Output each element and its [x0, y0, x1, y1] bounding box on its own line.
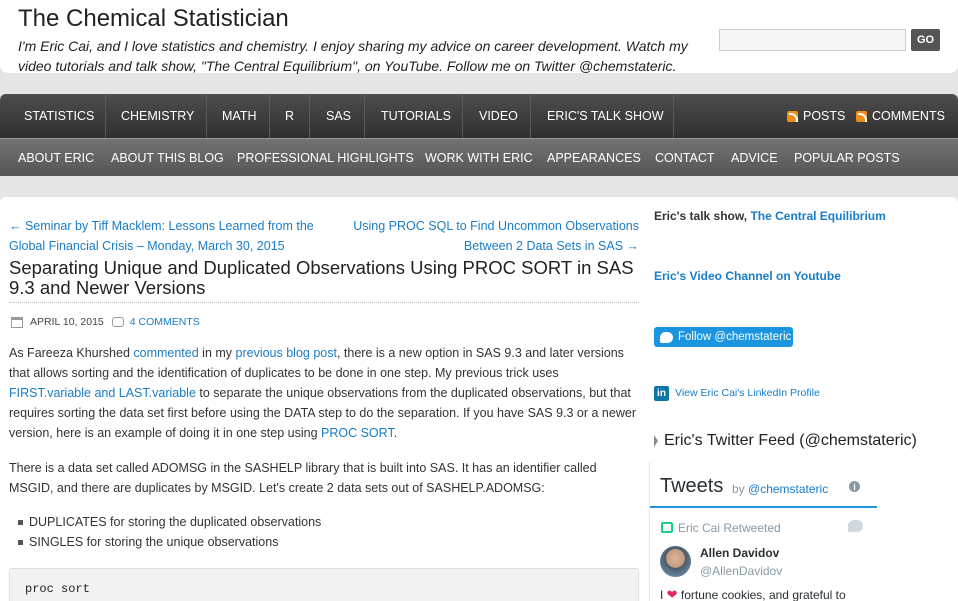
comments-feed-label: COMMENTS — [872, 109, 945, 123]
nav-divider — [269, 94, 270, 138]
list-item: SINGLES for storing the unique observati… — [18, 535, 278, 549]
post-paragraph-2: There is a data set called ADOMSG in the… — [9, 461, 597, 495]
twitter-bird-icon — [660, 331, 673, 343]
post-date: APRIL 10, 2015 — [30, 316, 104, 328]
nav-item-about-blog[interactable]: ABOUT THIS BLOG — [111, 139, 224, 176]
nav-divider — [462, 94, 463, 138]
tweet-text-end: fortune cookies, and grateful to — [677, 588, 846, 601]
previous-blog-post-link[interactable]: previous blog post — [236, 346, 337, 360]
post-meta: APRIL 10, 2015 4 COMMENTS — [11, 316, 200, 328]
retweeted-label: Eric Cai Retweeted — [678, 521, 781, 535]
nav-divider — [673, 94, 674, 138]
search-input[interactable] — [719, 29, 906, 51]
nav-divider — [105, 94, 106, 138]
heart-icon: ❤ — [666, 587, 678, 601]
posts-feed-label: POSTS — [803, 109, 846, 123]
post-paragraph-1: As Fareeza Khurshed commented in my prev… — [9, 343, 639, 443]
nav-item-chemistry[interactable]: CHEMISTRY — [121, 94, 194, 138]
nav-divider — [364, 94, 365, 138]
site-header: The Chemical Statistician I'm Eric Cai, … — [0, 0, 958, 74]
primary-nav: STATISTICS CHEMISTRY MATH R SAS TUTORIAL… — [0, 94, 958, 138]
comment-icon — [111, 317, 124, 327]
paragraph-text: As Fareeza Khurshed — [9, 346, 134, 360]
rss-icon — [856, 110, 867, 122]
commented-link[interactable]: commented — [133, 346, 198, 360]
previous-post-line1: ← Seminar by Tiff Macklem: Lessons Learn… — [9, 219, 314, 233]
twitter-bird-icon[interactable] — [848, 520, 863, 532]
central-equilibrium-link[interactable]: The Central Equilibrium — [750, 209, 885, 223]
info-icon[interactable]: i — [849, 481, 860, 492]
nav-item-talk-show[interactable]: ERIC'S TALK SHOW — [547, 94, 664, 138]
next-post-line2: Between 2 Data Sets in SAS → — [463, 239, 639, 253]
nav-item-professional-highlights[interactable]: PROFESSIONAL HIGHLIGHTS — [237, 139, 414, 176]
search-button[interactable]: GO — [911, 29, 940, 51]
nav-item-popular-posts[interactable]: POPULAR POSTS — [794, 139, 900, 176]
linkedin-icon[interactable]: in — [654, 386, 669, 401]
timeline-handle-link[interactable]: @chemstateric — [748, 482, 828, 496]
timeline-by: by @chemstateric — [732, 482, 828, 496]
comments-feed-link[interactable]: COMMENTS — [856, 94, 945, 138]
nav-item-advice[interactable]: ADVICE — [731, 139, 778, 176]
title-divider — [9, 302, 639, 303]
twitter-timeline: Tweets by @chemstateric i Eric Cai Retwe… — [649, 462, 877, 601]
comments-link[interactable]: 4 COMMENTS — [130, 316, 200, 328]
retweet-icon — [661, 522, 673, 533]
nav-item-about-eric[interactable]: ABOUT ERIC — [18, 139, 94, 176]
previous-post-line2: Global Financial Crisis – Monday, March … — [9, 239, 285, 253]
calendar-icon — [11, 316, 23, 328]
nav-divider — [530, 94, 531, 138]
avatar[interactable] — [660, 546, 691, 577]
tweet-author-handle[interactable]: @AllenDavidov — [700, 564, 782, 578]
nav-item-appearances[interactable]: APPEARANCES — [547, 139, 641, 176]
nav-item-video[interactable]: VIDEO — [479, 94, 518, 138]
paragraph-text: in my — [198, 346, 236, 360]
post-title: Separating Unique and Duplicated Observa… — [9, 257, 634, 298]
paragraph-text: . — [393, 426, 398, 440]
talk-show-line: Eric's talk show, The Central Equilibriu… — [654, 209, 886, 223]
previous-post-link[interactable]: ← Seminar by Tiff Macklem: Lessons Learn… — [9, 216, 314, 256]
rss-icon — [787, 110, 798, 122]
timeline-by-label: by — [732, 482, 749, 496]
proc-sort-link[interactable]: PROC SORT — [321, 426, 394, 440]
nav-divider — [309, 94, 310, 138]
site-description: I'm Eric Cai, and I love statistics and … — [18, 38, 688, 74]
nav-item-statistics[interactable]: STATISTICS — [24, 94, 94, 138]
nav-item-r[interactable]: R — [285, 94, 294, 138]
twitter-feed-title: Eric's Twitter Feed (@chemstateric) — [654, 432, 917, 450]
tweet-text-start: I — [660, 588, 667, 601]
twitter-follow-button[interactable]: Follow @chemstateric — [654, 327, 793, 347]
tweet-author-name[interactable]: Allen Davidov — [700, 546, 779, 560]
first-last-variable-link[interactable]: FIRST.variable and LAST.variable — [9, 386, 196, 400]
secondary-nav: ABOUT ERIC ABOUT THIS BLOG PROFESSIONAL … — [0, 138, 958, 176]
nav-item-contact[interactable]: CONTACT — [655, 139, 715, 176]
linkedin-profile-link[interactable]: View Eric Cai's LinkedIn Profile — [675, 387, 820, 399]
talk-show-prefix: Eric's talk show, — [654, 209, 751, 223]
next-post-link[interactable]: Using PROC SQL to Find Uncommon Observat… — [330, 216, 639, 256]
nav-item-tutorials[interactable]: TUTORIALS — [381, 94, 451, 138]
site-title[interactable]: The Chemical Statistician — [18, 5, 289, 33]
follow-label: Follow @chemstateric — [678, 331, 792, 343]
nav-item-sas[interactable]: SAS — [326, 94, 351, 138]
twitter-feed-title-text: Eric's Twitter Feed (@chemstateric) — [664, 432, 917, 449]
video-channel-link[interactable]: Eric's Video Channel on Youtube — [654, 269, 841, 283]
posts-feed-link[interactable]: POSTS — [787, 94, 845, 138]
tweet-text: I ❤ fortune cookies, and grateful to — [660, 587, 846, 601]
nav-item-work-with-eric[interactable]: WORK WITH ERIC — [425, 139, 533, 176]
tweets-title: Tweets — [660, 475, 724, 497]
timeline-header: Tweets by @chemstateric i — [650, 462, 877, 508]
list-item: DUPLICATES for storing the duplicated ob… — [18, 515, 321, 529]
nav-divider — [206, 94, 207, 138]
next-post-line1: Using PROC SQL to Find Uncommon Observat… — [353, 219, 639, 233]
code-block: proc sort — [9, 568, 639, 601]
nav-item-math[interactable]: MATH — [222, 94, 257, 138]
